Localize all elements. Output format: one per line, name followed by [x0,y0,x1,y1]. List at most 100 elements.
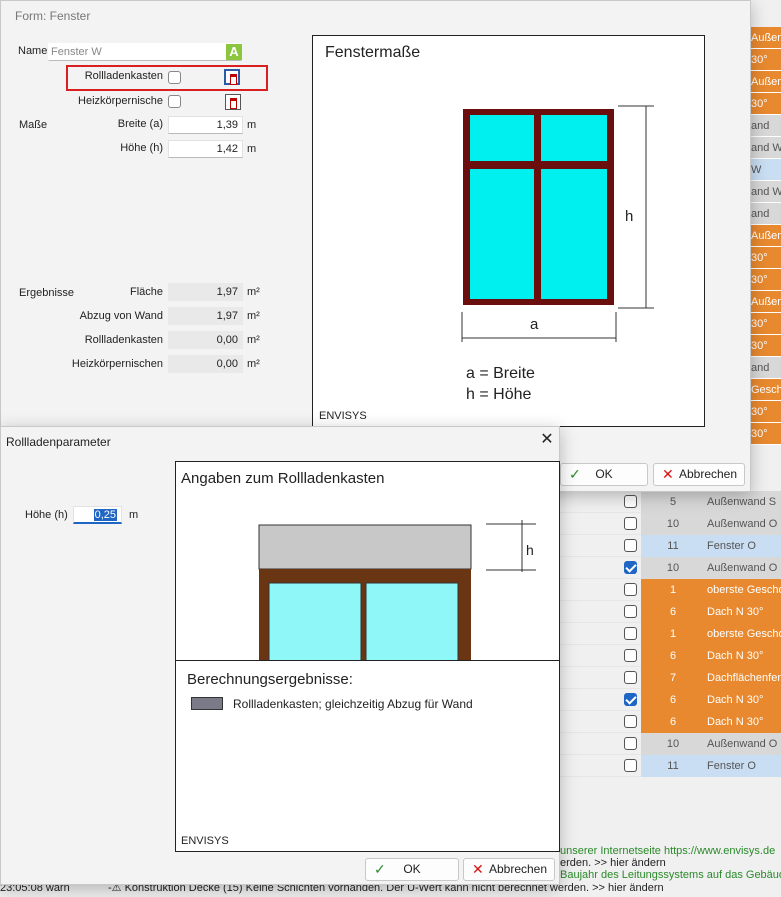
row-number: 10 [641,733,705,755]
row-type: Außenwand O [705,557,781,579]
grid-cell[interactable]: 30° [747,269,781,291]
breite-input[interactable]: 1,39 [168,116,243,134]
abzug-unit: m² [247,310,260,322]
grid-cell[interactable]: W [747,159,781,181]
grid-cell[interactable]: and [747,203,781,225]
grid-cell[interactable]: 30° [747,335,781,357]
grid-cell[interactable]: Außenfen [747,291,781,313]
row-checkbox[interactable] [624,517,637,530]
fenster-ok-button[interactable]: ✓ OK [560,463,648,486]
masse-label: Maße [19,119,48,131]
row-checkbox[interactable] [624,605,637,618]
rollladen-settings-icon[interactable] [224,69,240,85]
table-row[interactable]: 11 Fenster O [560,755,781,777]
row-number: 5 [641,491,705,513]
heizkoerpernischen-unit: m² [247,358,260,370]
heizkoerper-label: Heizkörpernische [78,95,163,107]
row-number: 11 [641,755,705,777]
results-legend: Rollladenkasten; gleichzeitig Abzug für … [233,697,473,711]
legend-a: a = Breite [466,365,535,382]
grid-cell[interactable]: Außenfen [747,71,781,93]
brand-text: ENVISYS [181,835,229,847]
row-checkbox[interactable] [624,759,637,772]
table-row[interactable]: 6 Dach N 30° [560,601,781,623]
grid-cell[interactable]: and W [747,181,781,203]
table-row[interactable]: 7 Dachflächenfen [560,667,781,689]
hoehe-input[interactable]: 1,42 [168,140,243,158]
row-checkbox[interactable] [624,539,637,552]
checkmark-icon: ✓ [569,466,581,482]
hoehe-label: Höhe (h) [25,509,68,521]
row-number: 10 [641,513,705,535]
row-type: Dach N 30° [705,689,781,711]
row-checkbox[interactable] [624,561,637,574]
grid-cell[interactable]: 30° [747,93,781,115]
rollladen-diagram: Angaben zum Rollladenkasten h Berechnung… [175,461,560,852]
table-row[interactable]: 10 Außenwand O [560,733,781,755]
table-row[interactable]: 1 oberste Gescho [560,579,781,601]
table-row[interactable]: 6 Dach N 30° [560,711,781,733]
row-checkbox[interactable] [624,693,637,706]
table-row[interactable]: 6 Dach N 30° [560,645,781,667]
row-type: Außenwand S [705,491,781,513]
heizkoerper-checkbox[interactable] [168,95,181,108]
log-line-link[interactable]: unserer Internetseite https://www.envisy… [560,845,775,857]
name-input[interactable]: Fenster W [48,43,242,61]
row-checkbox[interactable] [624,671,637,684]
row-type: Dachflächenfen [705,667,781,689]
flaeche-value: 1,97 [168,283,243,301]
grid-cell[interactable]: 30° [747,247,781,269]
rollladen-checkbox[interactable] [168,71,181,84]
table-row[interactable]: 5 Außenwand S [560,491,781,513]
row-number: 1 [641,623,705,645]
table-row[interactable]: 10 Außenwand O [560,513,781,535]
grid-cell[interactable]: Gescho [747,379,781,401]
fenster-diagram: Fenstermaße h a a = Breite h = Höhe ENVI… [312,35,705,427]
grid-cell[interactable]: 30° [747,313,781,335]
table-row[interactable]: 1 oberste Gescho [560,623,781,645]
table-row[interactable]: 11 Fenster O [560,535,781,557]
heizkoerpernischen-result-label: Heizkörpernischen [71,358,163,370]
row-number: 6 [641,645,705,667]
rollladenkasten-unit: m² [247,334,260,346]
breite-unit: m [247,119,257,131]
dim-h-label: h [526,542,534,558]
roll-ok-button[interactable]: ✓ OK [365,858,459,881]
row-checkbox[interactable] [624,627,637,640]
grid-cell[interactable]: 30° [747,423,781,445]
checkmark-icon: ✓ [374,861,386,877]
grid-cell[interactable]: 30° [747,49,781,71]
row-number: 6 [641,689,705,711]
table-row[interactable]: 10 Außenwand O [560,557,781,579]
language-badge-icon[interactable]: A [226,44,242,60]
grid-cell[interactable]: 30° [747,401,781,423]
row-checkbox[interactable] [624,583,637,596]
hoehe-input[interactable]: 0,25 [73,506,122,524]
row-number: 7 [641,667,705,689]
flaeche-label: Fläche [129,286,163,298]
rollladen-dialog: Rollladenparameter ✕ Höhe (h) 0,25 m Ang… [0,426,560,885]
row-number: 1 [641,579,705,601]
dialog-title: Form: Fenster [15,9,91,23]
roll-cancel-button[interactable]: ✕ Abbrechen [463,858,555,881]
row-checkbox[interactable] [624,495,637,508]
row-checkbox[interactable] [624,715,637,728]
grid-cell[interactable]: Außenfen [747,225,781,247]
grid-cell[interactable]: and W [747,137,781,159]
fenster-cancel-button[interactable]: ✕ Abbrechen [653,463,745,486]
rollladen-drawing [258,520,536,661]
grid-cell[interactable]: Außenfen [747,27,781,49]
row-checkbox[interactable] [624,649,637,662]
row-type: Dach N 30° [705,601,781,623]
hoehe-label: Höhe (h) [120,142,163,154]
grid-cell[interactable]: and [747,115,781,137]
grid-cell[interactable]: and [747,357,781,379]
heizkoerper-settings-icon[interactable] [225,94,241,110]
close-icon: ✕ [472,861,484,877]
close-icon: ✕ [662,466,674,482]
row-number: 10 [641,557,705,579]
close-icon[interactable]: ✕ [538,431,556,449]
table-row[interactable]: 6 Dach N 30° [560,689,781,711]
log-line-link[interactable]: Baujahr des Leitungssystems auf das Gebä… [560,869,781,881]
row-checkbox[interactable] [624,737,637,750]
